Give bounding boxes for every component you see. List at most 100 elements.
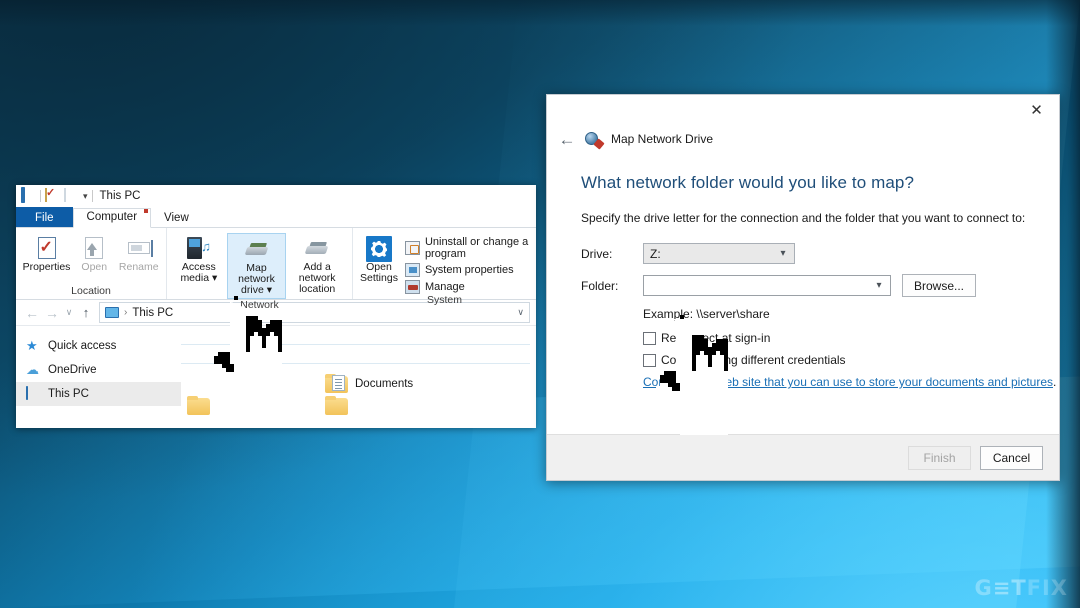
ribbon-button-properties[interactable]: Properties [22,233,71,275]
file-grid[interactable]: Documents [181,368,536,394]
access-media-icon: ♫ [186,235,212,261]
sidebar-item-quick-access-label: Quick access [48,340,117,352]
connect-website-link-row[interactable]: Connect to a Web site that you can use t… [643,375,1059,389]
ribbon-group-system: Open Settings Uninstall or change a prog… [352,228,536,306]
map-network-drive-dialog[interactable]: ✕ ← Map Network Drive What network folde… [546,94,1060,481]
content-group-header[interactable] [181,350,530,364]
sidebar-item-this-pc[interactable]: This PC [16,382,181,406]
file-grid-row2[interactable] [181,394,536,416]
divider [40,190,41,202]
chevron-down-icon[interactable]: ∨ [517,307,524,318]
sidebar-item-onedrive[interactable]: ☁ OneDrive [16,358,181,382]
ribbon-button-add-network-location-label: Add a network location [298,261,336,296]
manage-icon [404,280,420,294]
forward-icon[interactable]: → [42,305,62,321]
navigation-pane[interactable]: ★ Quick access ☁ OneDrive This PC [16,326,181,426]
file-explorer-window[interactable]: ▾ This PC File Computer View Properties [16,185,536,428]
ribbon-item-manage-label: Manage [424,281,465,293]
sidebar-item-this-pc-label: This PC [48,388,89,400]
chevron-down-icon[interactable]: ▾ [83,191,88,202]
finish-button[interactable]: Finish [908,445,971,470]
tab-view[interactable]: View [151,209,202,228]
dialog-footer: Finish Cancel [547,434,1059,480]
list-item-label: Documents [355,378,414,390]
wallpaper-edge-top [0,0,1080,26]
star-icon: ★ [26,338,38,353]
ribbon-button-access-media[interactable]: ♫ Access media ▾ [173,233,225,286]
ribbon-button-map-network-drive[interactable]: Map network drive ▾ [226,233,287,300]
properties-icon [34,235,60,261]
ribbon-button-properties-label: Properties [22,261,71,273]
divider [91,190,93,202]
ribbon-button-map-network-drive-label: Map network drive ▾ [229,262,285,296]
dialog-titlebar[interactable]: ✕ [547,95,1059,125]
map-network-drive-icon [244,236,270,262]
explorer-titlebar[interactable]: ▾ This PC [16,185,536,207]
example-text: Example: \\server\share [643,307,770,321]
dialog-nav-row: ← Map Network Drive [547,125,1059,151]
ribbon-button-rename[interactable]: Rename [118,233,161,275]
folder-combobox[interactable]: ▾ [643,275,891,296]
chevron-down-icon[interactable]: ▾ [772,248,794,259]
ribbon-group-location-label: Location [71,285,111,297]
ribbon-group-system-body: Open Settings Uninstall or change a prog… [353,231,536,294]
content-group-header[interactable] [181,331,530,345]
ribbon-button-open-settings[interactable]: Open Settings [359,233,399,286]
connect-website-link[interactable]: Connect to a Web site that you can use t… [643,375,1053,389]
explorer-content-pane[interactable]: Documents [181,326,536,426]
ribbon-button-open[interactable]: Open [73,233,116,275]
chevron-down-icon[interactable]: ▾ [868,280,890,291]
ribbon-group-location-body: Properties Open Rename [16,231,166,285]
ribbon-group-location: Properties Open Rename Location [16,228,166,299]
tab-computer[interactable]: Computer [72,208,152,228]
different-credentials-row[interactable]: Connect using different credentials [643,353,1059,367]
explorer-body: ★ Quick access ☁ OneDrive This PC Docume… [16,326,536,426]
explorer-window-title: This PC [99,190,141,202]
browse-button[interactable]: Browse... [902,274,976,297]
page-title: What network folder would you like to ma… [581,173,915,192]
tab-computer-label: Computer [86,211,138,223]
dialog-lead-text: Specify the drive letter for the connect… [581,211,1026,225]
ribbon-item-system-properties-label: System properties [424,264,514,276]
link-suffix: . [1053,375,1057,389]
chevron-down-icon[interactable]: ▾ [267,284,272,296]
ribbon-button-open-label: Open [81,261,108,273]
cloud-icon: ☁ [26,362,39,377]
open-icon [81,235,107,261]
drive-select[interactable]: Z: ▾ [643,243,795,264]
close-icon[interactable]: ✕ [1014,95,1059,125]
reconnect-at-signin-checkbox[interactable] [643,331,656,345]
ribbon-item-system-properties[interactable]: System properties [404,263,530,277]
different-credentials-checkbox[interactable] [643,353,656,367]
ribbon-button-add-network-location[interactable]: Add a network location [288,233,346,297]
dialog-content: What network folder would you like to ma… [547,151,1059,434]
explorer-ribbon-tabs[interactable]: File Computer View [16,207,536,228]
ribbon-group-network-body: ♫ Access media ▾ Map network drive ▾ Add… [167,231,352,300]
ribbon-group-network: ♫ Access media ▾ Map network drive ▾ Add… [166,228,352,311]
list-item[interactable] [325,396,475,416]
ribbon-button-rename-label: Rename [118,261,159,273]
explorer-ribbon[interactable]: Properties Open Rename Location [16,228,536,311]
blank-icon[interactable] [64,187,79,204]
ribbon-item-manage[interactable]: Manage [404,280,530,294]
reconnect-at-signin-row[interactable]: Reconnect at sign-in [643,331,1059,345]
this-pc-icon [105,307,119,318]
back-icon[interactable]: ← [558,131,576,148]
back-icon[interactable]: ← [22,305,42,321]
watermark-mid: ≡T [992,576,1027,600]
tab-file[interactable]: File [16,207,73,228]
properties-icon[interactable] [45,187,60,204]
list-item[interactable]: Documents [325,374,475,394]
up-icon[interactable]: ↑ [76,305,96,320]
ribbon-item-uninstall-program[interactable]: Uninstall or change a program [404,236,530,260]
folder-icon [325,396,349,416]
rename-icon [126,235,153,261]
chevron-down-icon[interactable]: ▾ [212,272,217,284]
screen: G≡TFIX ▾ This PC File Computer View [0,0,1080,608]
sidebar-item-quick-access[interactable]: ★ Quick access [16,334,181,358]
list-item[interactable] [187,396,307,416]
cancel-button[interactable]: Cancel [980,445,1043,470]
ribbon-button-access-media-label: Access media ▾ [174,261,224,284]
uninstall-program-icon [404,241,420,255]
recent-locations-icon[interactable]: ∨ [62,307,76,318]
